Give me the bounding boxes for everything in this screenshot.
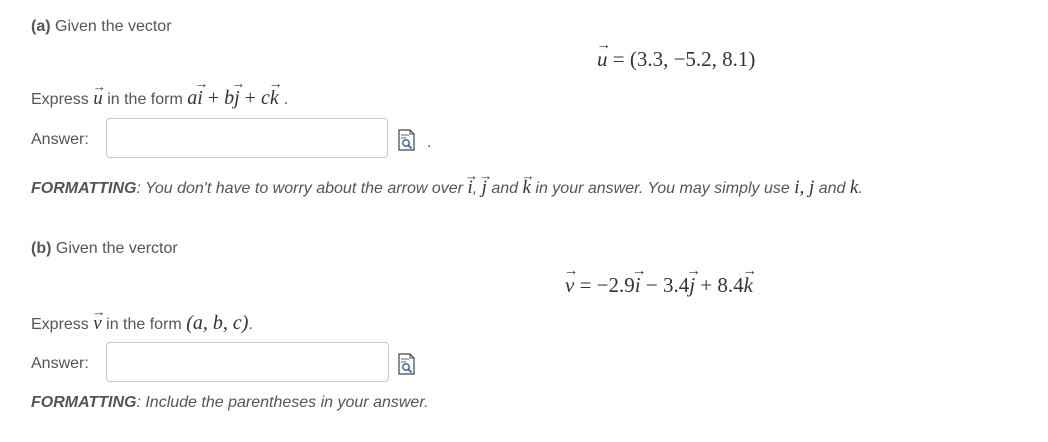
part-a-trailing-period: . [427, 134, 432, 151]
part-b-answer-label: Answer: [31, 355, 89, 372]
part-b-formatting-note: FORMATTING: Include the parentheses in y… [31, 394, 429, 411]
part-a-formatting-note: FORMATTING: You don't have to worry abou… [31, 167, 863, 198]
part-a-answer-label: Answer: [31, 131, 89, 148]
part-b-form: (a, b, c) [186, 312, 249, 334]
part-a-answer-input[interactable] [106, 118, 388, 158]
part-a-form: ai → + bj → + ck → [187, 77, 283, 109]
part-a-equation: u → = (3.3, −5.2, 8.1) [596, 36, 756, 71]
part-b-answer-input[interactable] [106, 342, 389, 382]
part-b-equation: v → = −2.9i → − 3.4j → + 8.4k → [563, 262, 758, 297]
vector-u-value: (3.3, −5.2, 8.1) [629, 47, 756, 71]
part-b-heading: (b) Given the verctor [31, 240, 178, 258]
formula-preview-icon[interactable] [398, 129, 415, 151]
formula-preview-icon[interactable] [398, 353, 415, 375]
part-a-intro: Given the vector [55, 18, 172, 35]
part-b-prompt: Express v → in the form (a, b, c). [31, 303, 253, 334]
part-a-prompt: Express u → in the form ai → + bj → + ck → . [31, 77, 289, 109]
part-a-heading: (a) Given the vector [31, 18, 172, 36]
part-b-intro: Given the verctor [55, 240, 178, 257]
part-a-label: (a) [31, 18, 51, 35]
part-b-label: (b) [31, 240, 52, 257]
